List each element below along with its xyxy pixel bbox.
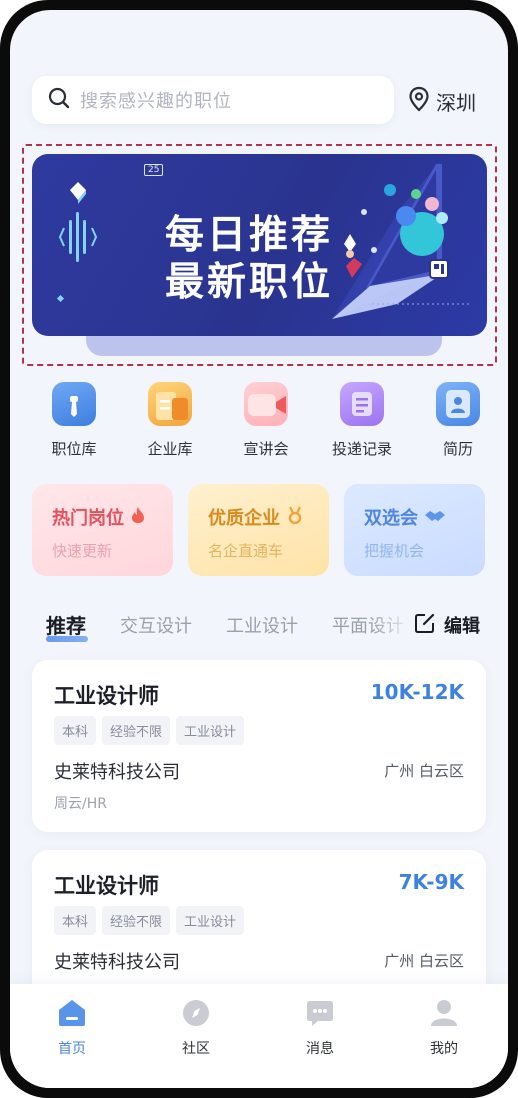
nav-community[interactable]: 社区 <box>166 998 226 1058</box>
job-area: 广州 白云区 <box>384 762 464 780</box>
chat-icon <box>305 998 335 1028</box>
nav-messages[interactable]: 消息 <box>290 998 350 1058</box>
category-resume[interactable]: 简历 <box>418 382 498 459</box>
resume-icon <box>436 382 480 426</box>
handshake-icon <box>424 508 446 529</box>
banner-badge: 25 <box>144 164 164 176</box>
job-title: 工业设计师 <box>54 684 159 708</box>
medal-icon <box>286 506 304 529</box>
job-tag: 本科 <box>54 906 97 935</box>
banner-highlight-frame: 25 每日推荐 最新职位 <box>22 144 497 366</box>
user-icon <box>429 998 459 1028</box>
category-label: 职位库 <box>51 440 97 458</box>
job-company: 史莱特科技公司 <box>54 762 180 783</box>
briefcase-icon <box>52 382 96 426</box>
job-tags: 本科 经验不限 工业设计 <box>54 906 250 935</box>
nav-home[interactable]: 首页 <box>42 998 102 1058</box>
job-tags: 本科 经验不限 工业设计 <box>54 716 250 745</box>
category-label: 企业库 <box>147 440 193 458</box>
search-icon <box>48 87 70 113</box>
nav-label: 消息 <box>306 1041 334 1057</box>
daily-recommend-banner[interactable]: 25 每日推荐 最新职位 <box>32 154 487 336</box>
edit-tabs-button[interactable]: 编辑 <box>414 612 480 638</box>
edit-icon <box>414 612 436 638</box>
job-tag: 工业设计 <box>176 716 245 745</box>
feature-job-fair[interactable]: 双选会 把握机会 <box>344 484 485 576</box>
category-tabs: 推荐 交互设计 工业设计 平面设计 编辑 <box>10 608 508 648</box>
job-salary: 7K-9K <box>398 870 464 894</box>
category-company-library[interactable]: 企业库 <box>130 382 210 459</box>
home-icon <box>57 998 87 1028</box>
tab-recommend[interactable]: 推荐 <box>46 610 86 639</box>
feature-subtitle: 快速更新 <box>52 542 113 560</box>
feature-title: 优质企业 <box>208 508 280 529</box>
job-company: 史莱特科技公司 <box>54 952 180 973</box>
tab-fade <box>372 608 412 644</box>
compass-icon <box>181 998 211 1028</box>
job-tag: 工业设计 <box>176 906 245 935</box>
feature-subtitle: 把握机会 <box>364 542 425 560</box>
job-salary: 10K-12K <box>370 680 464 704</box>
phone-frame: 搜索感兴趣的职位 深圳 25 每日推荐 最新职位 职位库 企业库 宣讲会 投递记… <box>0 0 518 1098</box>
banner-shadow <box>86 334 442 356</box>
job-contact: 周云/HR <box>54 796 107 812</box>
app-screen: 搜索感兴趣的职位 深圳 25 每日推荐 最新职位 职位库 企业库 宣讲会 投递记… <box>10 10 508 1088</box>
category-label: 宣讲会 <box>243 440 289 458</box>
job-tag: 本科 <box>54 716 97 745</box>
location-pin-icon <box>408 86 430 116</box>
job-tag: 经验不限 <box>102 906 171 935</box>
tab-interaction-design[interactable]: 交互设计 <box>120 612 192 638</box>
location-selector[interactable]: 深圳 <box>408 86 476 116</box>
location-city: 深圳 <box>436 90 476 115</box>
flame-icon <box>130 507 146 529</box>
category-shortcuts: 职位库 企业库 宣讲会 投递记录 简历 <box>22 382 496 472</box>
video-camera-icon <box>244 382 288 426</box>
job-title: 工业设计师 <box>54 874 159 898</box>
bottom-nav: 首页 社区 消息 我的 <box>10 984 508 1088</box>
feature-title: 双选会 <box>364 508 418 529</box>
job-area: 广州 白云区 <box>384 952 464 970</box>
category-application-record[interactable]: 投递记录 <box>322 382 402 459</box>
feature-title: 热门岗位 <box>52 508 124 529</box>
search-placeholder: 搜索感兴趣的职位 <box>80 91 232 112</box>
nav-label: 首页 <box>58 1041 86 1057</box>
feature-hot-jobs[interactable]: 热门岗位 快速更新 <box>32 484 173 576</box>
edit-label: 编辑 <box>444 616 480 637</box>
category-label: 简历 <box>442 440 473 458</box>
tab-industrial-design[interactable]: 工业设计 <box>226 612 298 638</box>
search-bar[interactable]: 搜索感兴趣的职位 <box>32 76 394 124</box>
nav-label: 社区 <box>182 1041 210 1057</box>
nav-profile[interactable]: 我的 <box>414 998 474 1058</box>
job-card[interactable]: 工业设计师 10K-12K 本科 经验不限 工业设计 史莱特科技公司 广州 白云… <box>32 660 486 832</box>
nav-label: 我的 <box>430 1041 458 1057</box>
category-info-session[interactable]: 宣讲会 <box>226 382 306 459</box>
job-tag: 经验不限 <box>102 716 171 745</box>
building-icon <box>148 382 192 426</box>
document-list-icon <box>340 382 384 426</box>
feature-subtitle: 名企直通车 <box>208 542 284 560</box>
feature-quality-company[interactable]: 优质企业 名企直通车 <box>188 484 329 576</box>
category-job-library[interactable]: 职位库 <box>34 382 114 459</box>
category-label: 投递记录 <box>331 440 392 458</box>
banner-title-line2: 最新职位 <box>165 260 334 305</box>
